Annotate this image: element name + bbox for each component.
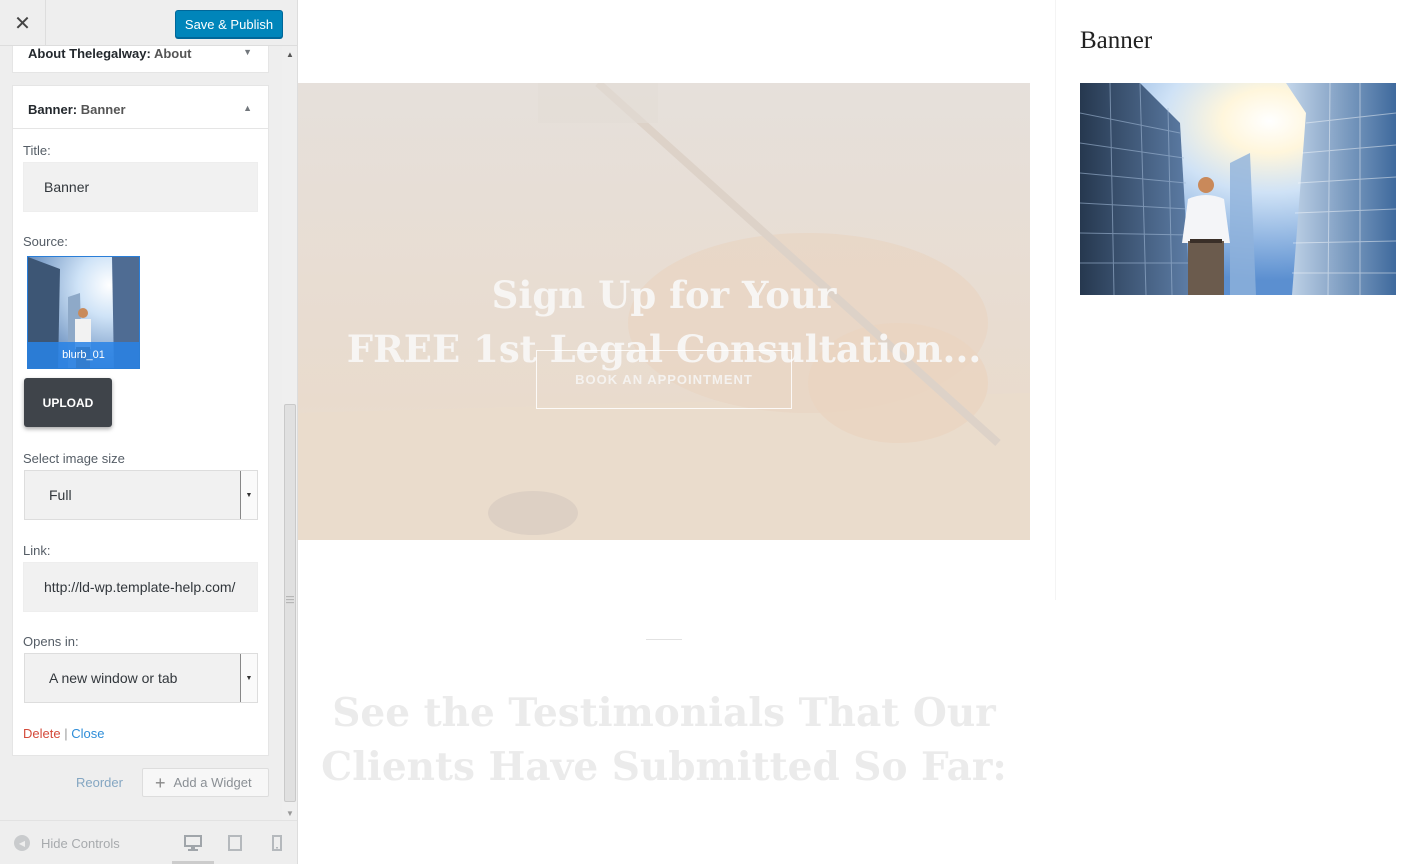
customizer-header: ✕ Save & Publish (0, 0, 297, 46)
section-divider (646, 639, 682, 640)
grip-icon: — — — (286, 592, 294, 607)
widget-about-header[interactable]: About Thelegalway: About ▼ (12, 46, 269, 73)
image-size-label: Select image size (23, 451, 125, 466)
plus-icon: + (155, 772, 166, 793)
widget-type: About Thelegalway: (28, 46, 151, 61)
add-widget-button[interactable]: + Add a Widget (142, 768, 269, 797)
book-appointment-button[interactable]: BOOK AN APPOINTMENT (536, 350, 792, 409)
arrow-left-circle-icon: ◀ (14, 835, 30, 851)
desktop-icon[interactable] (183, 833, 203, 853)
title-label: Title: (23, 143, 51, 158)
title-field[interactable]: Banner (23, 162, 258, 212)
opens-in-select[interactable]: A new window or tab ▼ (24, 653, 258, 703)
testimonials-heading: See the Testimonials That Our Clients Ha… (298, 686, 1030, 794)
image-size-value: Full (49, 487, 72, 503)
separator: | (64, 726, 68, 741)
tablet-icon[interactable] (225, 833, 245, 853)
scroll-down-arrow-icon[interactable]: ▼ (286, 809, 294, 818)
widget-banner-header[interactable]: Banner: Banner ▲ (12, 85, 269, 129)
chevron-down-icon[interactable]: ▼ (243, 47, 252, 57)
hero-heading-line1: Sign Up for Your (491, 273, 837, 317)
banner-image[interactable] (1080, 83, 1396, 295)
widgets-panel: About Thelegalway: About ▼ Banner: Banne… (0, 46, 282, 820)
site-preview: Sign Up for Your FREE 1st Legal Consulta… (298, 0, 1419, 864)
source-image-thumbnail[interactable]: blurb_01 (27, 256, 140, 369)
widget-title: About (153, 46, 192, 61)
upload-button[interactable]: UPLOAD (24, 378, 112, 427)
banner-widget-title: Banner (1080, 27, 1153, 54)
mobile-icon[interactable] (267, 833, 287, 853)
scrollbar-thumb[interactable]: — — — (284, 404, 296, 802)
opens-in-value: A new window or tab (49, 670, 178, 686)
add-widget-label: Add a Widget (173, 775, 252, 790)
delete-link[interactable]: Delete (23, 726, 61, 741)
sidebar-scrollbar[interactable]: ▲ — — — ▼ (282, 46, 297, 820)
link-label: Link: (23, 543, 51, 558)
reorder-link[interactable]: Reorder (76, 775, 123, 790)
widget-title: Banner (80, 102, 126, 117)
source-label: Source: (23, 234, 68, 249)
close-link[interactable]: Close (71, 726, 104, 741)
opens-in-label: Opens in: (23, 634, 79, 649)
testimonials-heading-line1: See the Testimonials That Our (332, 690, 996, 736)
hide-controls-label: Hide Controls (41, 835, 120, 851)
widget-actions: Delete | Close (23, 726, 104, 741)
save-publish-button[interactable]: Save & Publish (175, 10, 283, 38)
customizer-footer: ◀ Hide Controls (0, 820, 297, 864)
dropdown-arrow-icon[interactable]: ▼ (240, 471, 257, 519)
banner-widget-form: Title: Banner Source: blurb_01 UPLOAD Se… (12, 129, 269, 756)
testimonials-heading-line2: Clients Have Submitted So Far: (321, 744, 1007, 790)
customizer-sidebar: ✕ Save & Publish About Thelegalway: Abou… (0, 0, 298, 864)
chevron-up-icon[interactable]: ▲ (243, 103, 252, 113)
close-icon[interactable]: ✕ (0, 0, 46, 46)
dropdown-arrow-icon[interactable]: ▼ (240, 654, 257, 702)
signup-banner: Sign Up for Your FREE 1st Legal Consulta… (298, 83, 1030, 540)
hide-controls-button[interactable]: ◀ Hide Controls (14, 835, 120, 851)
image-filename: blurb_01 (28, 342, 139, 368)
image-size-select[interactable]: Full ▼ (24, 470, 258, 520)
link-field[interactable]: http://ld-wp.template-help.com/ (23, 562, 258, 612)
businessman-skyscrapers-image (1080, 83, 1396, 295)
scroll-up-arrow-icon[interactable]: ▲ (286, 50, 294, 59)
preview-sidebar: Banner (1055, 0, 1419, 600)
widget-type: Banner: (28, 102, 78, 117)
